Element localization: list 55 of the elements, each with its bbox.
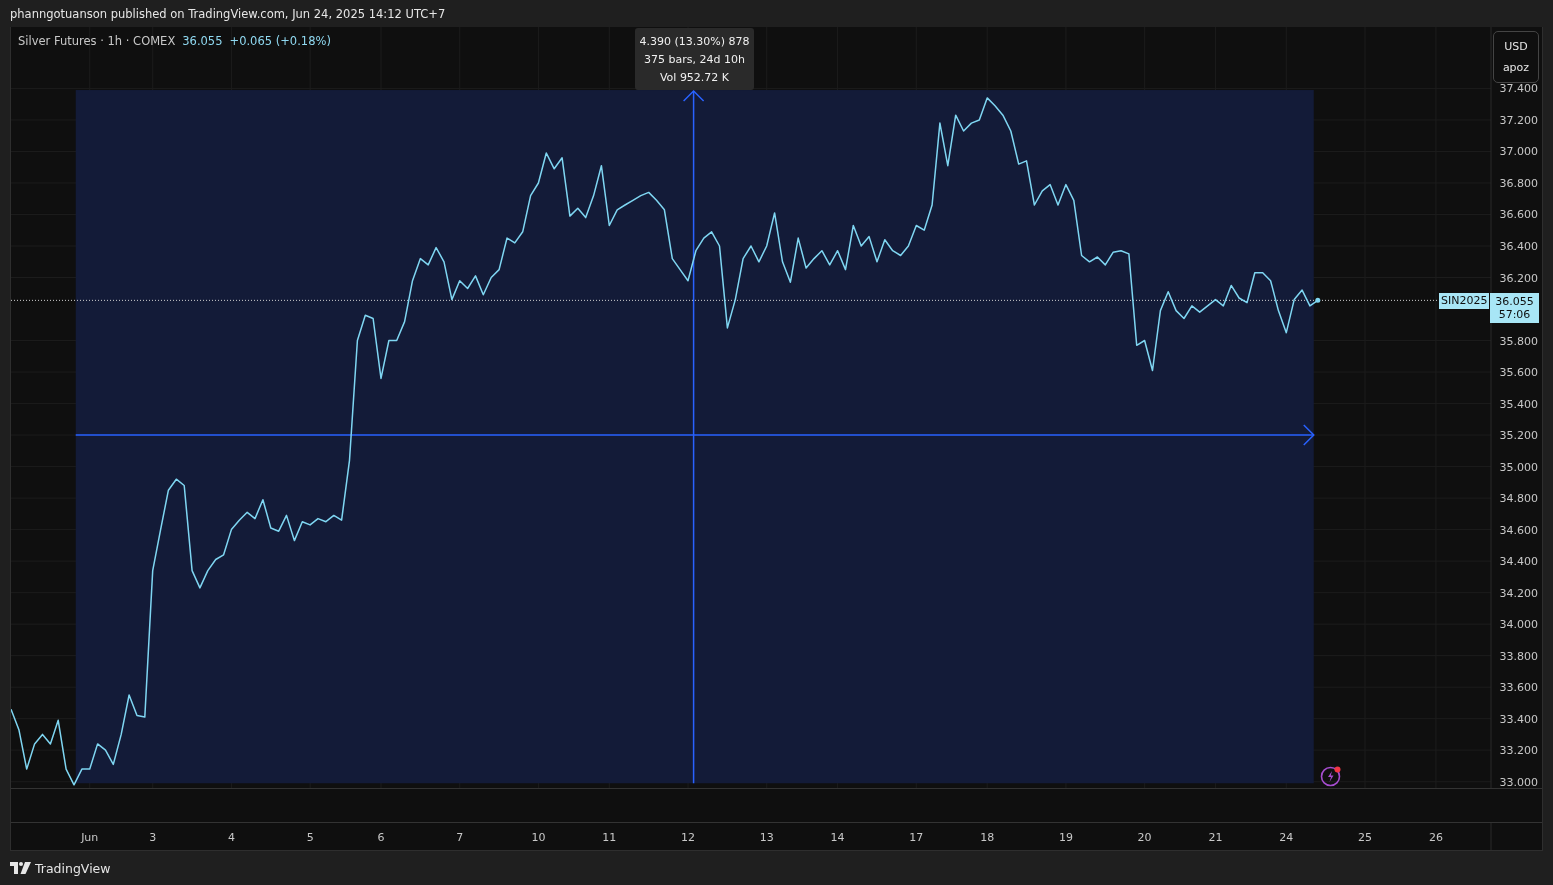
time-axis-label: 3 (149, 831, 157, 844)
attribution-text: phanngotuanson published on TradingView.com, Jun 24, 2025 14:12 UTC+7 (10, 6, 446, 21)
price-axis-label: 36.400 (1499, 240, 1538, 253)
price-axis-label: 36.800 (1499, 177, 1538, 190)
time-axis-label: 21 (1208, 831, 1223, 844)
time-axis-label: 11 (602, 831, 617, 844)
time-axis-label: Jun (81, 831, 99, 844)
time-axis-label: 18 (980, 831, 995, 844)
time-axis-label: 24 (1279, 831, 1294, 844)
symbol-tag: SIN2025 (1439, 293, 1490, 309)
price-axis-label: 34.000 (1499, 618, 1538, 632)
time-axis-label: 14 (830, 831, 845, 844)
price-axis-label: 35.600 (1499, 366, 1538, 380)
price-axis-label: 34.800 (1499, 492, 1538, 506)
price-tag: 36.055 57:06 (1490, 293, 1539, 323)
last-price-dot (1315, 297, 1321, 303)
measure-reading: 375 bars, 24d 10h (644, 52, 745, 66)
time-axis-label: 12 (681, 831, 695, 844)
time-axis-label: 20 (1137, 831, 1152, 844)
price-axis-label: 33.800 (1499, 649, 1538, 663)
measure-reading: Vol 952.72 K (659, 70, 730, 84)
time-axis-label: 5 (306, 831, 314, 844)
price-axis-label: 33.400 (1499, 712, 1538, 726)
time-axis-label: 7 (456, 831, 464, 844)
time-axis-label: 6 (377, 831, 385, 844)
price-axis-label: 35.800 (1499, 334, 1538, 348)
price-axis-label: 34.200 (1499, 586, 1538, 600)
symbol-title: Silver Futures · 1h · COMEX (18, 34, 176, 48)
time-axis-label: 13 (759, 831, 774, 844)
brand-name: TradingView (35, 860, 111, 876)
time-axis-label: 10 (531, 831, 546, 844)
price-axis-label: 36.200 (1499, 271, 1538, 285)
price-axis-label: 37.000 (1499, 145, 1538, 159)
price-axis-label: 37.200 (1499, 113, 1538, 127)
time-axis-label: 19 (1058, 831, 1073, 844)
price-axis-label: 33.200 (1499, 744, 1538, 758)
price-axis-label: 33.000 (1499, 775, 1538, 788)
price-axis-label: 35.400 (1499, 397, 1538, 411)
last-price: 36.055 (182, 34, 223, 48)
price-axis-label: 34.400 (1499, 555, 1538, 569)
time-axis-label: 17 (909, 831, 924, 844)
price-axis-label: 34.600 (1499, 523, 1538, 537)
time-axis-label: 26 (1428, 831, 1443, 844)
measure-reading: 4.390 (13.30%) 878 (639, 34, 750, 48)
price-axis-label: 35.200 (1499, 429, 1538, 443)
lightning-icon[interactable] (1320, 764, 1343, 787)
time-axis-label: 25 (1358, 831, 1373, 844)
currency-unit-button[interactable]: USD apoz (1493, 31, 1539, 83)
logo-icon (10, 862, 31, 874)
time-axis-label: 4 (227, 831, 235, 844)
price-change: +0.065 (+0.18%) (229, 34, 331, 48)
price-axis-label: 35.000 (1499, 460, 1538, 474)
price-axis-label: 37.400 (1499, 82, 1538, 96)
price-axis-label: 33.600 (1499, 681, 1538, 695)
price-axis-label: 36.600 (1499, 208, 1538, 222)
